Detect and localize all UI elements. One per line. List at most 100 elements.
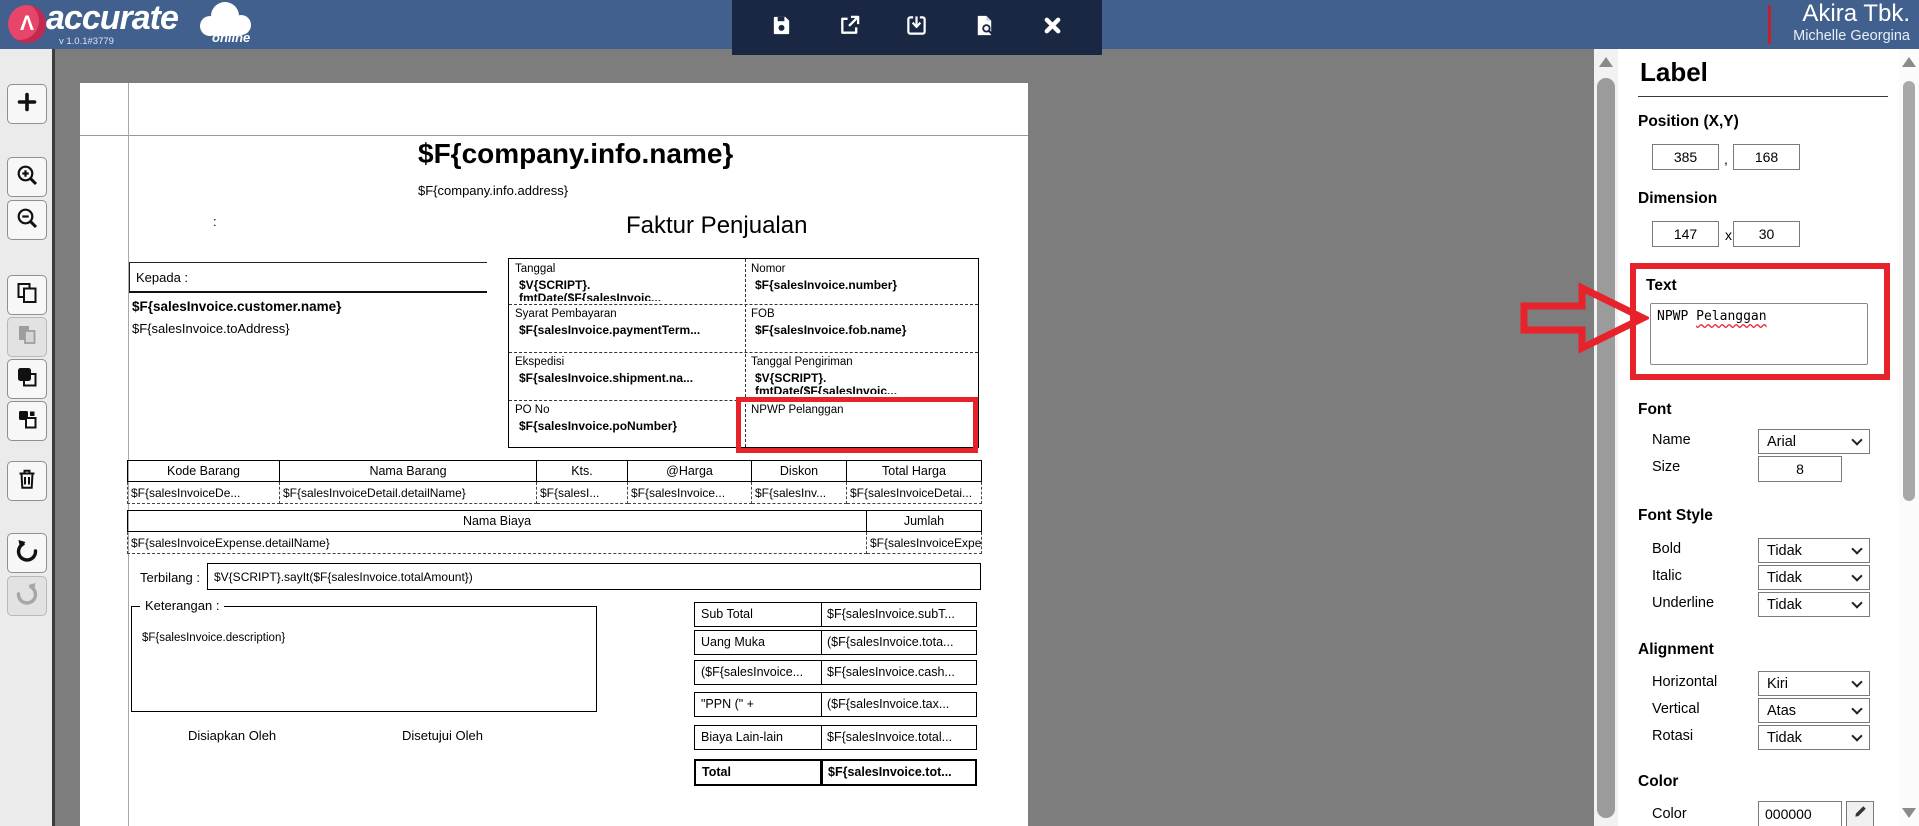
total-row-uang-muka[interactable]: Uang Muka ($F{salesInvoice.tota... <box>694 630 977 655</box>
items-data-row[interactable]: $F{salesInvoiceDe... $F{salesInvoiceDeta… <box>127 481 982 504</box>
company-address-field[interactable]: $F{company.info.address} <box>418 183 568 198</box>
company-name[interactable]: Akira Tbk. <box>1802 0 1910 28</box>
scroll-up-icon[interactable] <box>1599 57 1613 67</box>
italic-select[interactable]: Tidak <box>1758 565 1870 590</box>
keterangan-field[interactable]: $F{salesInvoice.description} <box>142 632 285 644</box>
total-row-cash[interactable]: ($F{salesInvoice... $F{salesInvoice.cash… <box>694 660 977 685</box>
print-preview-icon <box>973 14 996 42</box>
arrow-annotation <box>1519 281 1651 360</box>
font-style-section-label: Font Style <box>1638 507 1713 524</box>
expense-data-row[interactable]: $F{salesInvoiceExpense.detailName} $F{sa… <box>127 531 982 554</box>
text-highlight-annotation <box>1630 263 1890 380</box>
terbilang-label: Terbilang : <box>140 570 200 585</box>
italic-label: Italic <box>1652 568 1682 584</box>
items-table[interactable]: Kode Barang Nama Barang Kts. @Harga Disk… <box>127 460 982 504</box>
horizontal-select[interactable]: Kiri <box>1758 671 1870 696</box>
terbilang-field[interactable]: $V{SCRIPT}.sayIt($F{salesInvoice.totalAm… <box>207 563 981 590</box>
vertical-select[interactable]: Atas <box>1758 698 1870 723</box>
alignment-section-label: Alignment <box>1638 641 1714 658</box>
underline-select[interactable]: Tidak <box>1758 592 1870 617</box>
color-value-input[interactable]: 000000 <box>1758 801 1842 826</box>
color-row-label: Color <box>1652 806 1687 822</box>
font-name-select[interactable]: Arial <box>1758 429 1870 454</box>
brand-wordmark: accurate <box>46 0 179 37</box>
cell-nomor[interactable]: Nomor $F{salesInvoice.number} <box>745 259 980 304</box>
save-icon <box>770 14 793 42</box>
user-name[interactable]: Michelle Georgina <box>1793 28 1910 44</box>
cell-syarat-pembayaran[interactable]: Syarat Pembayaran $F{salesInvoice.paymen… <box>509 304 745 352</box>
dimension-width-input[interactable]: 147 <box>1652 221 1719 247</box>
font-size-input[interactable]: 8 <box>1758 456 1842 482</box>
position-section-label: Position (X,Y) <box>1638 113 1739 130</box>
expense-table[interactable]: Nama Biaya Jumlah $F{salesInvoiceExpense… <box>127 510 982 554</box>
properties-panel: Label Position (X,Y) 385 , 168 Dimension… <box>1618 49 1899 826</box>
chevron-down-icon <box>1851 596 1863 609</box>
close-icon <box>1042 15 1063 41</box>
close-button[interactable] <box>1034 10 1070 46</box>
delete-button[interactable] <box>7 461 47 501</box>
save-button[interactable] <box>764 10 800 46</box>
total-row-ppn[interactable]: "PPN (" + ($F{salesInvoice.tax... <box>694 692 977 717</box>
send-to-back-button[interactable] <box>7 401 47 441</box>
scroll-down-icon[interactable] <box>1902 808 1916 818</box>
panel-scrollbar-thumb[interactable] <box>1903 81 1915 501</box>
canvas-scrollbar[interactable] <box>1594 49 1618 826</box>
panel-scrollbar[interactable] <box>1899 49 1919 826</box>
vertical-label: Vertical <box>1652 701 1700 717</box>
total-row-biaya-lain[interactable]: Biaya Lain-lain $F{salesInvoice.total... <box>694 725 977 750</box>
bold-select[interactable]: Tidak <box>1758 538 1870 563</box>
company-name-field[interactable]: $F{company.info.name} <box>418 138 733 170</box>
copy-button[interactable] <box>7 275 47 315</box>
trash-icon <box>15 467 39 496</box>
position-y-input[interactable]: 168 <box>1733 144 1800 170</box>
online-wordmark: online <box>212 30 251 45</box>
accurate-logo-icon[interactable]: Λ <box>8 5 46 43</box>
color-picker-button[interactable] <box>1846 801 1874 826</box>
items-header-row: Kode Barang Nama Barang Kts. @Harga Disk… <box>127 460 982 482</box>
app-header: Λ accurate v 1.0.1#3779 online Akira Tbk… <box>0 0 1919 55</box>
download-button[interactable] <box>899 10 935 46</box>
panel-title: Label <box>1640 57 1708 87</box>
report-title[interactable]: Faktur Penjualan <box>626 212 807 240</box>
font-size-label: Size <box>1652 459 1681 475</box>
report-page[interactable]: $F{company.info.name} $F{company.info.ad… <box>80 83 1028 826</box>
dimension-height-input[interactable]: 30 <box>1733 221 1800 247</box>
print-preview-button[interactable] <box>967 10 1003 46</box>
add-button[interactable] <box>7 84 47 124</box>
cell-fob[interactable]: FOB $F{salesInvoice.fob.name} <box>745 304 980 352</box>
bring-to-front-button[interactable] <box>7 359 47 399</box>
rotasi-label: Rotasi <box>1652 728 1694 744</box>
kepada-label[interactable]: Kepada : <box>129 262 487 293</box>
keterangan-label: Keterangan : <box>140 598 225 613</box>
rotasi-select[interactable]: Tidak <box>1758 725 1870 750</box>
position-x-input[interactable]: 385 <box>1652 144 1719 170</box>
total-row-grand-total[interactable]: Total $F{salesInvoice.tot... <box>694 759 977 786</box>
chevron-down-icon <box>1851 702 1863 715</box>
signature-disetujui: Disetujui Oleh <box>402 728 483 743</box>
redo-icon <box>15 582 39 611</box>
designer-toolbar <box>732 0 1102 55</box>
canvas-scrollbar-thumb[interactable] <box>1597 78 1615 818</box>
cell-tanggal-pengiriman[interactable]: Tanggal Pengiriman $V{SCRIPT}. fmtDate($… <box>745 352 980 400</box>
send-to-back-icon <box>15 407 39 436</box>
chevron-down-icon <box>1851 729 1863 742</box>
export-button[interactable] <box>831 10 867 46</box>
keterangan-box[interactable]: Keterangan : $F{salesInvoice.description… <box>131 598 597 712</box>
logo-letter: Λ <box>19 12 34 35</box>
add-icon <box>15 90 39 119</box>
total-row-subtotal[interactable]: Sub Total $F{salesInvoice.subT... <box>694 602 977 627</box>
horizontal-label: Horizontal <box>1652 674 1718 690</box>
customer-name-field[interactable]: $F{salesInvoice.customer.name} <box>132 299 341 314</box>
cell-tanggal[interactable]: Tanggal $V{SCRIPT}. fmtDate($F{salesInvo… <box>509 259 745 304</box>
zoom-out-button[interactable] <box>7 200 47 240</box>
bring-to-front-icon <box>15 365 39 394</box>
design-canvas[interactable]: $F{company.info.name} $F{company.info.ad… <box>55 49 1594 826</box>
cell-po-no[interactable]: PO No $F{salesInvoice.poNumber} <box>509 400 745 449</box>
customer-address-field[interactable]: $F{salesInvoice.toAddress} <box>132 321 290 336</box>
cell-ekspedisi[interactable]: Ekspedisi $F{salesInvoice.shipment.na... <box>509 352 745 400</box>
undo-button[interactable] <box>7 533 47 573</box>
dimension-section-label: Dimension <box>1638 190 1718 207</box>
scroll-up-icon[interactable] <box>1902 57 1916 67</box>
zoom-in-button[interactable] <box>7 157 47 197</box>
export-icon <box>838 14 861 42</box>
